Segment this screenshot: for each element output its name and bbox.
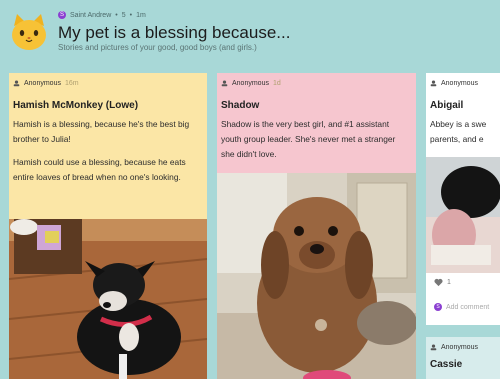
- author-avatar: S: [58, 11, 66, 19]
- board-author[interactable]: Saint Andrew: [70, 12, 111, 19]
- board-likes: 5: [121, 11, 126, 19]
- add-comment-field[interactable]: Add comment: [446, 304, 489, 311]
- commenter-avatar: S: [434, 303, 442, 311]
- post-likes[interactable]: 1: [434, 278, 451, 287]
- post-card[interactable]: Anonymous Abigail Abbey is a swe parents…: [426, 73, 500, 325]
- post-time: 1d: [272, 80, 281, 87]
- separator-dot: •: [129, 11, 133, 19]
- post-photo-dog[interactable]: [217, 173, 416, 379]
- post-body-paragraph: Hamish could use a blessing, because he …: [13, 157, 186, 182]
- post-title: Cassie: [430, 359, 463, 370]
- post-title: Hamish McMonkey (Lowe): [13, 100, 139, 111]
- post-author: Anonymous 16m: [9, 73, 207, 87]
- post-author-name: Anonymous: [24, 80, 61, 87]
- post-body-paragraph: Abbey is a swe parents, and e: [430, 119, 487, 144]
- post-card[interactable]: Anonymous 1d Shadow Shadow is the very b…: [217, 73, 416, 379]
- post-author-name: Anonymous: [441, 344, 478, 351]
- anonymous-icon: [430, 344, 437, 351]
- post-card[interactable]: Anonymous Cassie: [426, 337, 500, 379]
- post-body-paragraph: Hamish is a blessing, because he's the b…: [13, 119, 190, 144]
- post-author-name: Anonymous: [441, 80, 478, 87]
- post-photo-dog[interactable]: [9, 219, 207, 379]
- anonymous-icon: [13, 80, 20, 87]
- like-count: 1: [447, 279, 451, 286]
- post-author: Anonymous: [426, 73, 500, 87]
- post-title: Shadow: [221, 100, 260, 111]
- anonymous-icon: [221, 80, 228, 87]
- heart-icon[interactable]: [434, 278, 443, 287]
- post-author: Anonymous 1d: [217, 73, 416, 87]
- post-body-paragraph: Shadow is the very best girl, and #1 ass…: [221, 119, 396, 159]
- post-card[interactable]: Anonymous 16m Hamish McMonkey (Lowe) Ham…: [9, 73, 207, 379]
- comment-input-row[interactable]: S Add comment: [434, 303, 489, 311]
- separator-dot: •: [115, 11, 118, 19]
- post-author: Anonymous: [426, 337, 500, 351]
- post-time: 16m: [64, 80, 79, 87]
- anonymous-icon: [430, 80, 437, 87]
- board-meta: S Saint Andrew • 5 • 1m: [58, 11, 146, 19]
- post-photo-dog[interactable]: [426, 157, 500, 273]
- board-age: 1m: [136, 11, 146, 19]
- post-title: Abigail: [430, 100, 464, 111]
- board-subtitle: Stories and pictures of your good, good …: [58, 43, 257, 52]
- board-title: My pet is a blessing because...: [58, 23, 291, 42]
- post-author-name: Anonymous: [232, 80, 269, 87]
- padlet-cat-avatar-icon: [12, 14, 46, 50]
